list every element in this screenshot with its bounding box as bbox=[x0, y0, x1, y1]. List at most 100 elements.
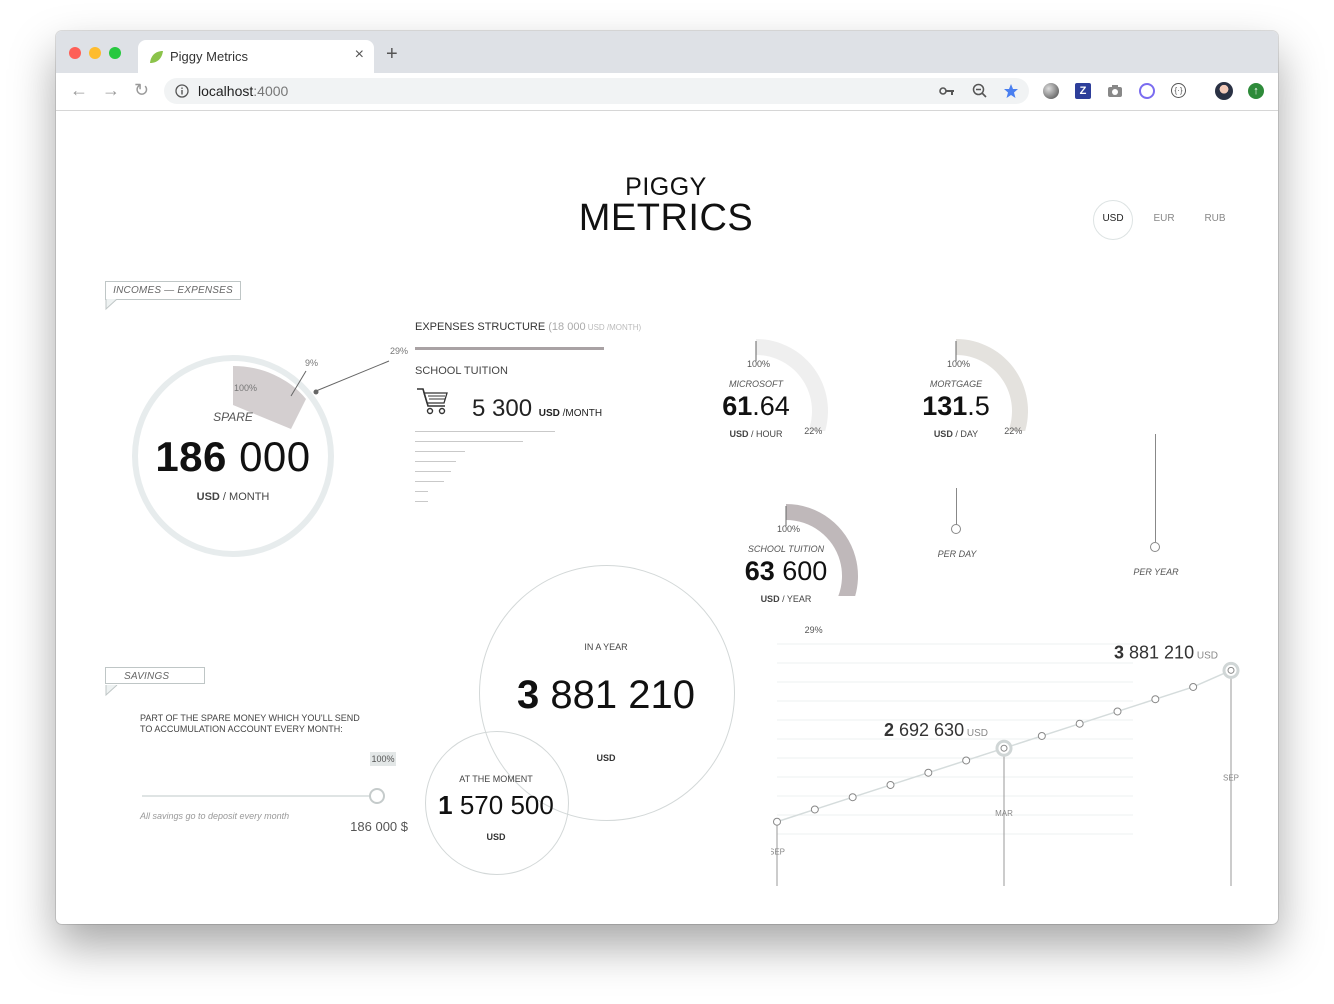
zoom-out-icon[interactable] bbox=[972, 83, 988, 99]
expense-bar bbox=[415, 491, 428, 492]
currency-rub[interactable]: RUB bbox=[1200, 213, 1230, 224]
expense-card-value-rest: 600 bbox=[774, 556, 828, 586]
expenses-total: (18 000 bbox=[548, 321, 586, 333]
tab-title: Piggy Metrics bbox=[170, 49, 249, 64]
in-a-year-label: IN A YEAR bbox=[584, 642, 628, 652]
address-bar: ← → ↻ localhost:4000 Z {·} ↑ bbox=[56, 73, 1278, 111]
per-day-label[interactable]: PER DAY bbox=[931, 549, 983, 559]
forward-icon[interactable]: → bbox=[102, 80, 120, 101]
expense-card-unit: USD / DAY bbox=[906, 429, 1006, 439]
expense-item-number: 5 300 bbox=[472, 395, 533, 422]
expenses-total-bar bbox=[415, 347, 604, 350]
spare-value-rest: 000 bbox=[226, 433, 311, 480]
chart-annotation-unit: USD bbox=[1194, 650, 1218, 661]
currency-eur[interactable]: EUR bbox=[1149, 213, 1179, 224]
chart-annotation: 2 692 630 USD bbox=[884, 720, 988, 740]
extension-code-icon[interactable]: {·} bbox=[1171, 83, 1186, 98]
expense-card: 100% 22% MORTGAGE 131.5 USD / DAY bbox=[906, 321, 1086, 441]
expense-card-unit: USD / HOUR bbox=[706, 429, 806, 439]
expense-card-unit-bold: USD bbox=[933, 429, 953, 439]
chart-annotation-rest: 692 630 bbox=[894, 720, 964, 740]
expense-bar bbox=[415, 481, 444, 482]
chart-point bbox=[1037, 731, 1046, 740]
per-day-knob[interactable] bbox=[951, 524, 961, 534]
chart-point bbox=[773, 817, 781, 826]
expense-card-value-rest: .64 bbox=[752, 391, 790, 421]
expense-item-unit-bold: USD bbox=[538, 408, 560, 419]
expense-card-value-bold: 61 bbox=[722, 391, 753, 421]
extension-orb-icon[interactable] bbox=[1043, 83, 1059, 99]
tab-close-icon[interactable]: × bbox=[355, 46, 364, 64]
pointer-dot bbox=[313, 389, 319, 395]
close-window-icon[interactable] bbox=[69, 47, 81, 59]
chart-annotation-bold: 3 bbox=[1114, 642, 1124, 662]
at-the-moment-label: AT THE MOMENT bbox=[459, 774, 533, 784]
expenses-structure-title: EXPENSES STRUCTURE (18 000 USD /MONTH) bbox=[415, 321, 641, 333]
per-year-knob[interactable] bbox=[1150, 542, 1160, 552]
savings-slider-knob[interactable] bbox=[369, 788, 385, 804]
arc-end-pct: 22% bbox=[804, 425, 823, 436]
per-year-label[interactable]: PER YEAR bbox=[1126, 567, 1186, 577]
new-tab-button[interactable]: + bbox=[386, 43, 398, 66]
key-icon[interactable] bbox=[939, 85, 955, 97]
savings-desc-line2: TO ACCUMULATION ACCOUNT EVERY MONTH: bbox=[140, 724, 343, 734]
arc-top-pct: 100% bbox=[747, 359, 771, 369]
expense-item-unit-rest: /MONTH bbox=[559, 408, 603, 419]
currency-usd[interactable]: USD bbox=[1093, 213, 1133, 224]
in-a-year-value: 3 881 210 bbox=[496, 673, 716, 718]
expense-card-unit-bold: USD bbox=[760, 594, 780, 604]
camera-icon[interactable] bbox=[1107, 83, 1123, 99]
pct-100-label: 100% bbox=[234, 383, 258, 393]
arc-end-pct: 29% bbox=[804, 625, 823, 636]
label-corner-icon bbox=[105, 299, 118, 311]
savings-growth-chart: SEPMARSEP2 692 630 USD3 881 210 USD bbox=[771, 642, 1240, 886]
chart-tick-label: SEP bbox=[771, 848, 785, 857]
savings-amount: 186 000 $ bbox=[350, 819, 408, 834]
savings-slider-track[interactable] bbox=[142, 795, 376, 797]
update-icon[interactable]: ↑ bbox=[1248, 83, 1264, 99]
info-icon bbox=[175, 84, 189, 98]
spare-unit: USD / MONTH bbox=[163, 491, 303, 503]
page-content: PIGGY METRICS USD EUR RUB INCOMES — EXPE… bbox=[56, 111, 1278, 924]
incomes-section-label: INCOMES — EXPENSES bbox=[105, 281, 241, 300]
in-a-year-rest: 881 210 bbox=[539, 673, 695, 717]
chart-point-inner bbox=[1000, 744, 1008, 752]
arc-end-pct: 22% bbox=[1004, 425, 1023, 436]
chart-tick-label: MAR bbox=[995, 809, 1013, 818]
chart-point bbox=[848, 793, 857, 802]
in-a-year-bold: 3 bbox=[517, 673, 540, 717]
maximize-window-icon[interactable] bbox=[109, 47, 121, 59]
chart-annotation-rest: 881 210 bbox=[1124, 642, 1194, 662]
per-day-stem bbox=[956, 488, 957, 528]
extension-z-icon[interactable]: Z bbox=[1075, 83, 1091, 99]
back-icon[interactable]: ← bbox=[70, 80, 88, 101]
minimize-window-icon[interactable] bbox=[89, 47, 101, 59]
url-port: :4000 bbox=[253, 83, 289, 99]
tab-bar: Piggy Metrics × + bbox=[56, 31, 1278, 73]
arc-top-pct: 100% bbox=[947, 359, 971, 369]
savings-desc-line1: PART OF THE SPARE MONEY WHICH YOU'LL SEN… bbox=[140, 713, 360, 723]
chart-point bbox=[810, 805, 819, 814]
avatar[interactable] bbox=[1215, 82, 1233, 100]
arc-top-pct: 100% bbox=[777, 524, 801, 534]
pct-29-label: 29% bbox=[390, 346, 409, 356]
expenses-title-text: EXPENSES STRUCTURE bbox=[415, 321, 546, 333]
expense-item-title: SCHOOL TUITION bbox=[415, 365, 508, 377]
expense-card-unit-rest: / YEAR bbox=[779, 594, 812, 604]
browser-window: Piggy Metrics × + ← → ↻ localhost:4000 Z… bbox=[56, 31, 1278, 924]
spare-value-bold: 186 bbox=[155, 433, 227, 480]
chart-point bbox=[1075, 719, 1084, 728]
chart-point bbox=[1151, 695, 1160, 704]
url-field[interactable]: localhost:4000 bbox=[164, 78, 1029, 104]
chart-point bbox=[1113, 707, 1122, 716]
chart-point bbox=[924, 768, 933, 777]
chart-point bbox=[886, 780, 895, 789]
bookmark-star-icon[interactable] bbox=[1003, 83, 1019, 99]
at-the-moment-value: 1 570 500 bbox=[428, 790, 564, 821]
browser-tab[interactable]: Piggy Metrics × bbox=[138, 40, 374, 73]
extension-ring-icon[interactable] bbox=[1139, 83, 1155, 99]
expenses-total-unit: USD /MONTH) bbox=[585, 323, 642, 332]
pct-9-label: 9% bbox=[305, 358, 319, 368]
shopping-cart-icon bbox=[417, 388, 448, 415]
reload-icon[interactable]: ↻ bbox=[134, 80, 149, 101]
